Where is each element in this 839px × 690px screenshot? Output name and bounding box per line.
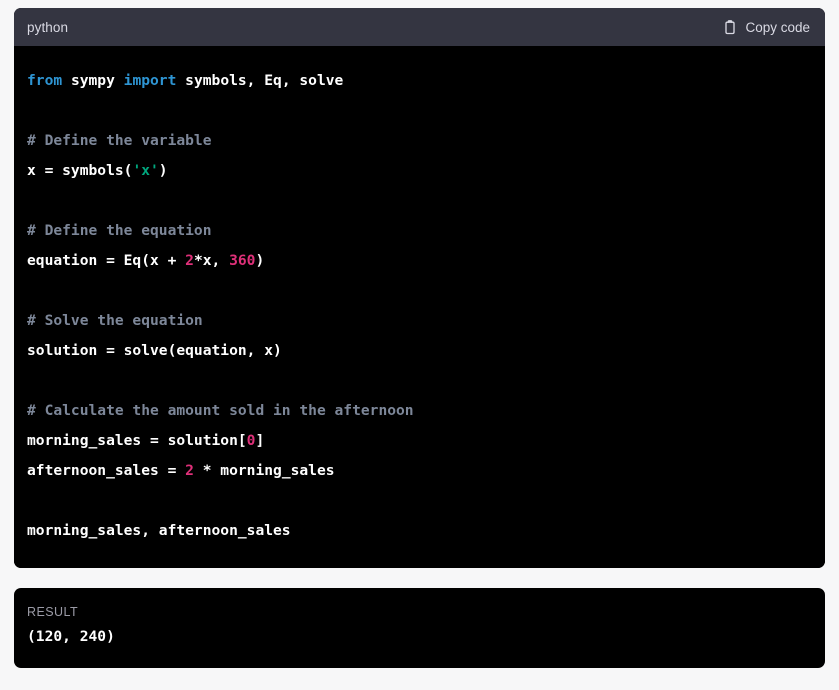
code-result-panel: python Copy code from sympy import symbo… [0, 8, 839, 690]
code-token-plain: afternoon_sales = [27, 462, 186, 479]
copy-code-label: Copy code [745, 19, 810, 35]
code-line: # Solve the equation [27, 306, 812, 336]
code-line: solution = solve(equation, x) [27, 336, 812, 366]
result-label: RESULT [27, 605, 79, 619]
code-token-num: 2 [185, 462, 194, 479]
code-block-body[interactable]: from sympy import symbols, Eq, solve # D… [14, 46, 825, 568]
code-token-num: 2 [185, 252, 194, 269]
code-token-plain: solution = solve(equation, x) [27, 342, 282, 359]
code-token-str: 'x' [132, 162, 159, 179]
code-line: morning_sales, afternoon_sales [27, 516, 812, 546]
code-language-label: python [27, 19, 69, 35]
code-token-comment: # Define the equation [27, 222, 212, 239]
code-line: from sympy import symbols, Eq, solve [27, 66, 812, 96]
code-token-plain: *x, [193, 252, 230, 269]
clipboard-icon [722, 19, 738, 36]
code-token-plain: ) [255, 252, 265, 269]
code-line: # Define the variable [27, 126, 812, 156]
code-token-comment: # Solve the equation [27, 312, 203, 329]
code-line: # Calculate the amount sold in the after… [27, 396, 812, 426]
code-token-plain: ] [255, 432, 265, 449]
code-line: morning_sales = solution[0] [27, 426, 812, 456]
copy-code-button[interactable]: Copy code [720, 17, 812, 38]
code-token-plain: sympy [70, 72, 124, 89]
code-token-plain: symbols, Eq, solve [185, 72, 344, 89]
code-line: afternoon_sales = 2 * morning_sales [27, 456, 812, 486]
code-token-num: 360 [229, 252, 256, 269]
code-token-kw: from [27, 72, 71, 89]
code-token-comment: # Calculate the amount sold in the after… [27, 402, 414, 419]
code-token-plain: * morning_sales [193, 462, 335, 479]
code-token-comment: # Define the variable [27, 132, 212, 149]
code-content: from sympy import symbols, Eq, solve # D… [27, 66, 812, 546]
code-line: # Define the equation [27, 216, 812, 246]
code-block-header: python Copy code [14, 8, 825, 46]
code-token-plain: equation = Eq(x + [27, 252, 186, 269]
result-block-card: RESULT (120, 240) [14, 588, 825, 668]
result-value: (120, 240) [27, 628, 115, 645]
code-block-card: python Copy code from sympy import symbo… [14, 8, 825, 568]
code-token-plain: x = symbols( [27, 162, 133, 179]
code-line: equation = Eq(x + 2*x, 360) [27, 246, 812, 276]
code-token-plain: ) [158, 162, 168, 179]
code-token-plain: morning_sales, afternoon_sales [27, 522, 291, 539]
code-line: x = symbols('x') [27, 156, 812, 186]
code-token-plain: morning_sales = solution[ [27, 432, 247, 449]
code-token-kw: import [123, 72, 186, 89]
